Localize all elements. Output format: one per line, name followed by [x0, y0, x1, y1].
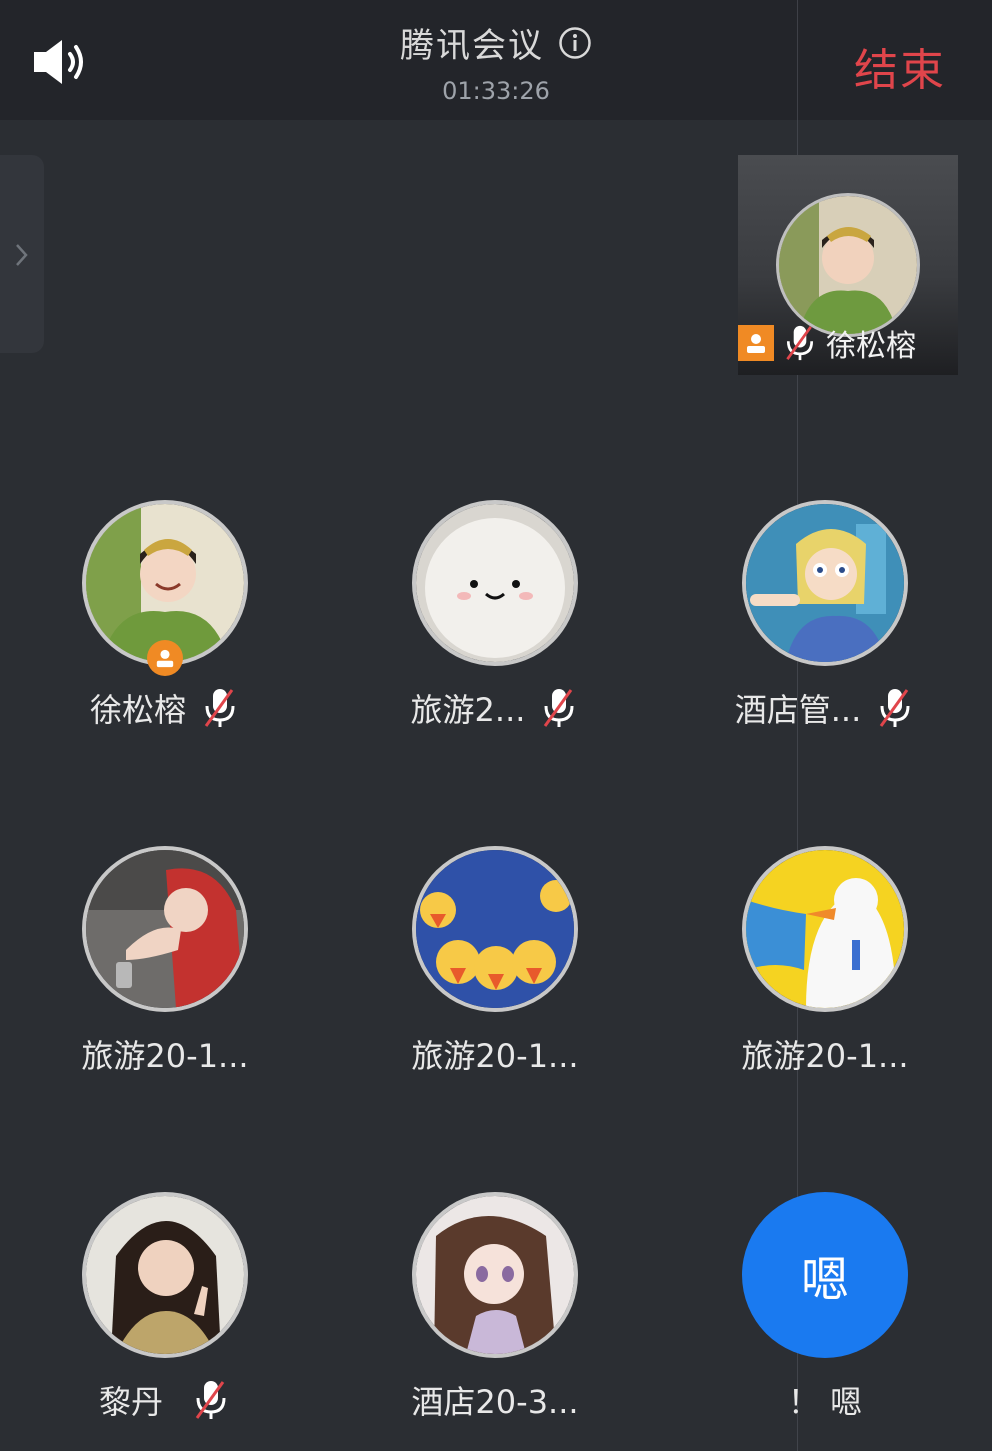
- participant-name-row: 旅游20-1...: [45, 1034, 285, 1075]
- participant-avatar: [412, 500, 578, 666]
- preview-name: 徐松榕: [826, 329, 916, 364]
- participant-name-row: 酒店20-3...: [375, 1380, 615, 1421]
- text-avatar: 嗯: [742, 1192, 908, 1358]
- mic-muted-icon: [786, 325, 814, 361]
- participant-name: 旅游20-1...: [81, 1037, 249, 1075]
- participant-avatar: [412, 846, 578, 1012]
- meeting-title: 腾讯会议: [400, 26, 544, 66]
- participant-avatar: [742, 500, 908, 666]
- participant-tile[interactable]: 旅游2...: [375, 500, 615, 729]
- preview-avatar: [776, 193, 920, 337]
- participant-name-row: 旅游20-1...: [705, 1034, 945, 1075]
- participant-avatar: [82, 846, 248, 1012]
- mic-muted-icon: [195, 1381, 226, 1419]
- preview-info-row: 徐松榕: [738, 325, 958, 364]
- participant-tile[interactable]: 嗯 ！ 嗯: [705, 1192, 945, 1421]
- meeting-timer: 01:33:26: [442, 77, 550, 105]
- participant-name-row: 酒店管...: [705, 688, 945, 729]
- host-icon: [738, 325, 774, 361]
- participant-tile[interactable]: 旅游20-1...: [375, 846, 615, 1075]
- participant-name: 旅游20-1...: [741, 1037, 909, 1075]
- participant-name: 旅游20-1...: [411, 1037, 579, 1075]
- participant-avatar: [82, 1192, 248, 1358]
- participant-name-row: 旅游20-1...: [375, 1034, 615, 1075]
- participant-name-row: 徐松榕: [45, 688, 285, 729]
- participant-name: 黎丹: [98, 1383, 163, 1421]
- participant-name: 酒店20-3...: [411, 1383, 579, 1421]
- mic-muted-icon: [880, 689, 910, 727]
- participant-name-row: 黎丹: [45, 1380, 285, 1421]
- participant-name-row: 旅游2...: [375, 688, 615, 729]
- participant-name: 旅游2...: [410, 691, 526, 729]
- mic-muted-icon: [204, 689, 235, 727]
- participant-tile[interactable]: 酒店管...: [705, 500, 945, 729]
- end-meeting-button[interactable]: 结束: [854, 34, 946, 98]
- participant-name: 徐松榕: [89, 691, 186, 729]
- participant-name: ！ 嗯: [787, 1383, 863, 1421]
- participant-tile[interactable]: 徐松榕: [45, 500, 285, 729]
- host-icon: [147, 640, 183, 676]
- self-video-preview[interactable]: 徐松榕: [738, 155, 958, 375]
- top-bar: 腾讯会议 01:33:26 结束: [0, 0, 992, 120]
- participant-tile[interactable]: 黎丹: [45, 1192, 285, 1421]
- participant-name-row: ！ 嗯: [705, 1380, 945, 1421]
- info-icon[interactable]: [558, 26, 592, 60]
- title-block: 腾讯会议 01:33:26: [0, 18, 992, 105]
- participant-avatar: [742, 846, 908, 1012]
- participant-tile[interactable]: 旅游20-1...: [45, 846, 285, 1075]
- participant-avatar: [412, 1192, 578, 1358]
- participant-tile[interactable]: 旅游20-1...: [705, 846, 945, 1075]
- participant-tile[interactable]: 酒店20-3...: [375, 1192, 615, 1421]
- mic-muted-icon: [544, 689, 574, 727]
- participant-name: 酒店管...: [734, 691, 862, 729]
- chevron-right-icon: [16, 244, 28, 266]
- side-panel-handle[interactable]: [0, 155, 44, 353]
